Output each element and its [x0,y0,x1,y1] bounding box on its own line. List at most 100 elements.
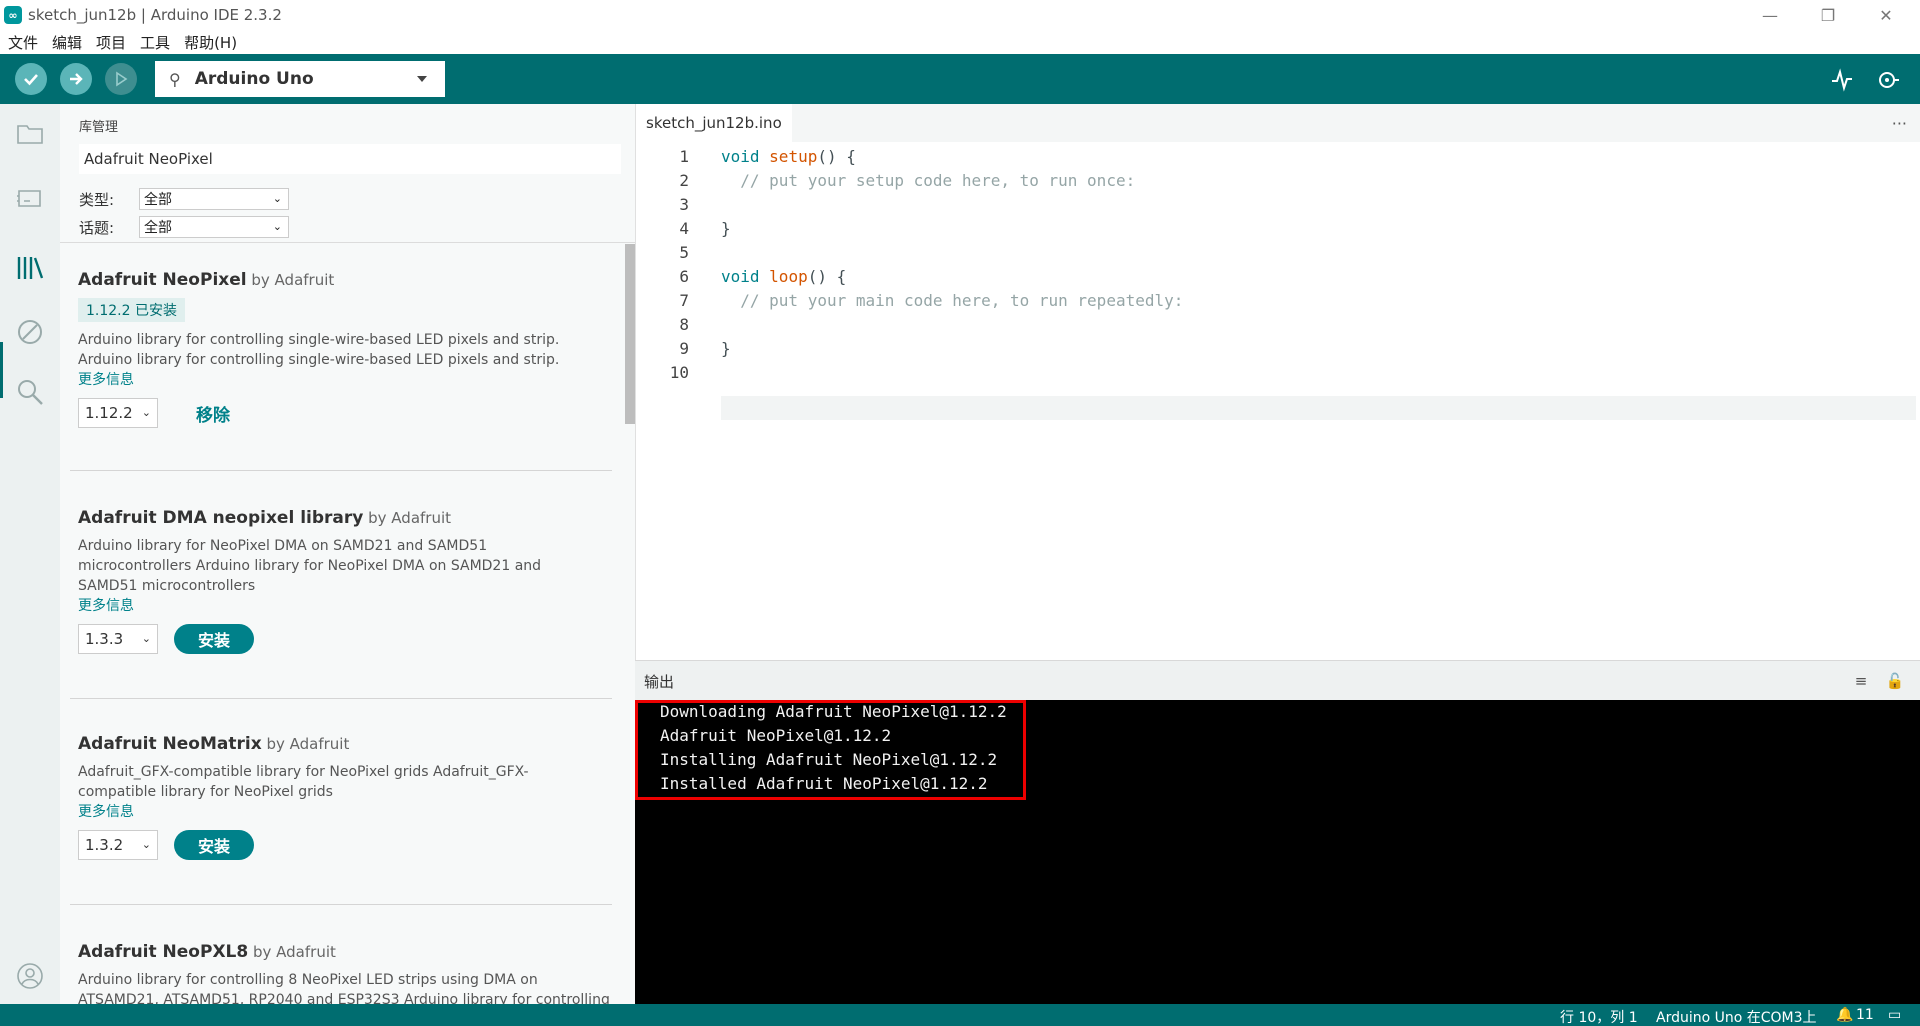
library-list-scrollbar[interactable] [625,244,635,424]
restore-icon[interactable]: ❐ [1800,0,1856,30]
version-select[interactable]: 1.3.2 ⌄ [78,830,158,860]
code-line: 7 // put your main code here, to run rep… [636,288,1920,312]
line-number: 9 [679,338,689,358]
line-number: 2 [679,170,689,190]
line-number: 7 [679,290,689,310]
code-line: 4 } [636,216,1920,240]
chevron-down-icon: ⌄ [272,220,282,233]
menu-file[interactable]: 文件 [8,32,38,53]
code-line: 5 [636,240,1920,264]
toggle-panel-icon[interactable]: ▭ [1888,1007,1901,1023]
output-console[interactable]: Downloading Adafruit NeoPixel@1.12.2 Ada… [635,700,1920,1004]
scroll-lock-icon[interactable]: 🔓 [1885,671,1905,691]
library-description: Arduino library for controlling 8 NeoPix… [78,970,610,1004]
install-button[interactable]: 安装 [174,624,254,654]
remove-button[interactable]: 移除 [196,401,230,426]
sketchbook-button[interactable] [12,116,48,152]
keyword: void [721,266,770,286]
version-select[interactable]: 1.3.3 ⌄ [78,624,158,654]
type-filter: 类型: 全部 ⌄ [79,188,289,210]
close-icon[interactable]: ✕ [1858,0,1914,30]
upload-icon [70,73,83,85]
library-manager-button[interactable] [12,250,48,286]
notification-count: 11 [1856,1007,1874,1023]
item-separator [70,470,612,471]
code-text: void loop() { [721,267,846,286]
board-port-status[interactable]: Arduino Uno 在COM3上 [1656,1007,1817,1026]
board-selector[interactable]: ⚲ Arduino Uno [155,61,445,97]
description-line: Arduino library for NeoPixel DMA on SAMD… [78,538,488,554]
description-line: Arduino library for controlling 8 NeoPix… [78,972,538,988]
description-line: ATSAMD21, ATSAMD51, RP2040 and ESP32S3 A… [78,992,610,1004]
topic-filter-select[interactable]: 全部 ⌄ [139,216,289,238]
upload-button[interactable] [60,63,92,95]
active-view-marker [0,342,3,398]
library-search-input[interactable] [79,144,621,174]
board-icon [17,190,41,207]
version-select[interactable]: 1.12.2 ⌄ [78,398,158,428]
verify-button[interactable] [15,63,47,95]
library-author: by Adafruit [266,735,350,753]
chevron-down-icon: ⌄ [141,838,151,851]
chevron-down-icon: ⌄ [272,192,282,205]
output-line: Installed Adafruit NeoPixel@1.12.2 [660,774,988,793]
more-info-link[interactable]: 更多信息 [78,802,598,822]
output-title: 输出 [644,673,675,691]
chevron-down-icon: ⌄ [141,406,151,419]
code-editor: sketch_jun12b.ino ··· 1 void setup() { 2… [635,104,1920,660]
library-name: Adafruit NeoPixel [78,270,247,290]
version-value: 1.12.2 [85,404,133,422]
output-line: Adafruit NeoPixel@1.12.2 [660,726,892,745]
clear-output-icon[interactable]: ≡ [1851,671,1871,691]
library-item-neomatrix: Adafruit NeoMatrix by Adafruit Adafruit_… [78,734,610,860]
install-button[interactable]: 安装 [174,830,254,860]
library-description: Adafruit_GFX-compatible library for NeoP… [78,762,598,822]
library-author: by Adafruit [251,271,335,289]
current-line-highlight [721,396,1916,420]
tab-sketch-file[interactable]: sketch_jun12b.ino [636,104,792,142]
code-comment: // put your setup code here, to run once… [721,170,1136,190]
serial-plotter-button[interactable] [1828,66,1856,94]
library-author: by Adafruit [368,509,452,527]
code-line: 1 void setup() { [636,144,1920,168]
boards-manager-button[interactable] [12,180,48,216]
library-name: Adafruit NeoMatrix [78,734,262,754]
menu-sketch[interactable]: 项目 [96,32,126,53]
library-author: by Adafruit [253,943,336,961]
item-separator [70,904,612,905]
search-button[interactable] [12,374,48,410]
more-info-link[interactable]: 更多信息 [78,596,598,616]
minimize-icon[interactable]: — [1742,0,1798,30]
panel-title: 库管理 [79,120,119,135]
type-filter-select[interactable]: 全部 ⌄ [139,188,289,210]
library-description: Arduino library for NeoPixel DMA on SAMD… [78,536,598,616]
toolbar: ⚲ Arduino Uno [0,54,1920,104]
verify-icon [24,74,38,86]
topic-filter-label: 话题: [79,218,115,237]
output-panel-header: 输出 ≡ 🔓 [635,660,1920,700]
cursor-position[interactable]: 行 10，列 1 [1560,1007,1638,1026]
library-manager-panel: 库管理 类型: 全部 ⌄ 话题: 全部 ⌄ Adafruit NeoPixel … [60,104,635,1004]
library-icon [17,257,44,279]
notifications-icon[interactable]: 🔔 [1836,1007,1853,1023]
line-number: 3 [679,194,689,214]
serial-monitor-button[interactable] [1874,66,1902,94]
description-line: compatible library for NeoPixel grids [78,784,333,800]
serial-monitor-icon [1879,72,1899,88]
account-button[interactable] [12,958,48,994]
more-options-icon[interactable]: ··· [1892,114,1907,133]
description-line: microcontrollers Arduino library for Neo… [78,558,542,574]
menu-edit[interactable]: 编辑 [52,32,82,53]
line-number: 1 [679,146,689,166]
panel-divider [60,242,635,243]
debug-button[interactable] [105,63,137,95]
menu-help[interactable]: 帮助(H) [184,32,237,53]
debug-view-button[interactable] [12,314,48,350]
keyword: void [721,146,770,166]
activity-bar [0,104,60,1004]
code-line: 3 [636,192,1920,216]
code-area[interactable]: 1 void setup() { 2 // put your setup cod… [636,142,1920,660]
more-info-link[interactable]: 更多信息 [78,370,598,390]
menu-tools[interactable]: 工具 [140,32,170,53]
library-item-neopixel: Adafruit NeoPixel by Adafruit 1.12.2 已安装… [78,270,610,428]
